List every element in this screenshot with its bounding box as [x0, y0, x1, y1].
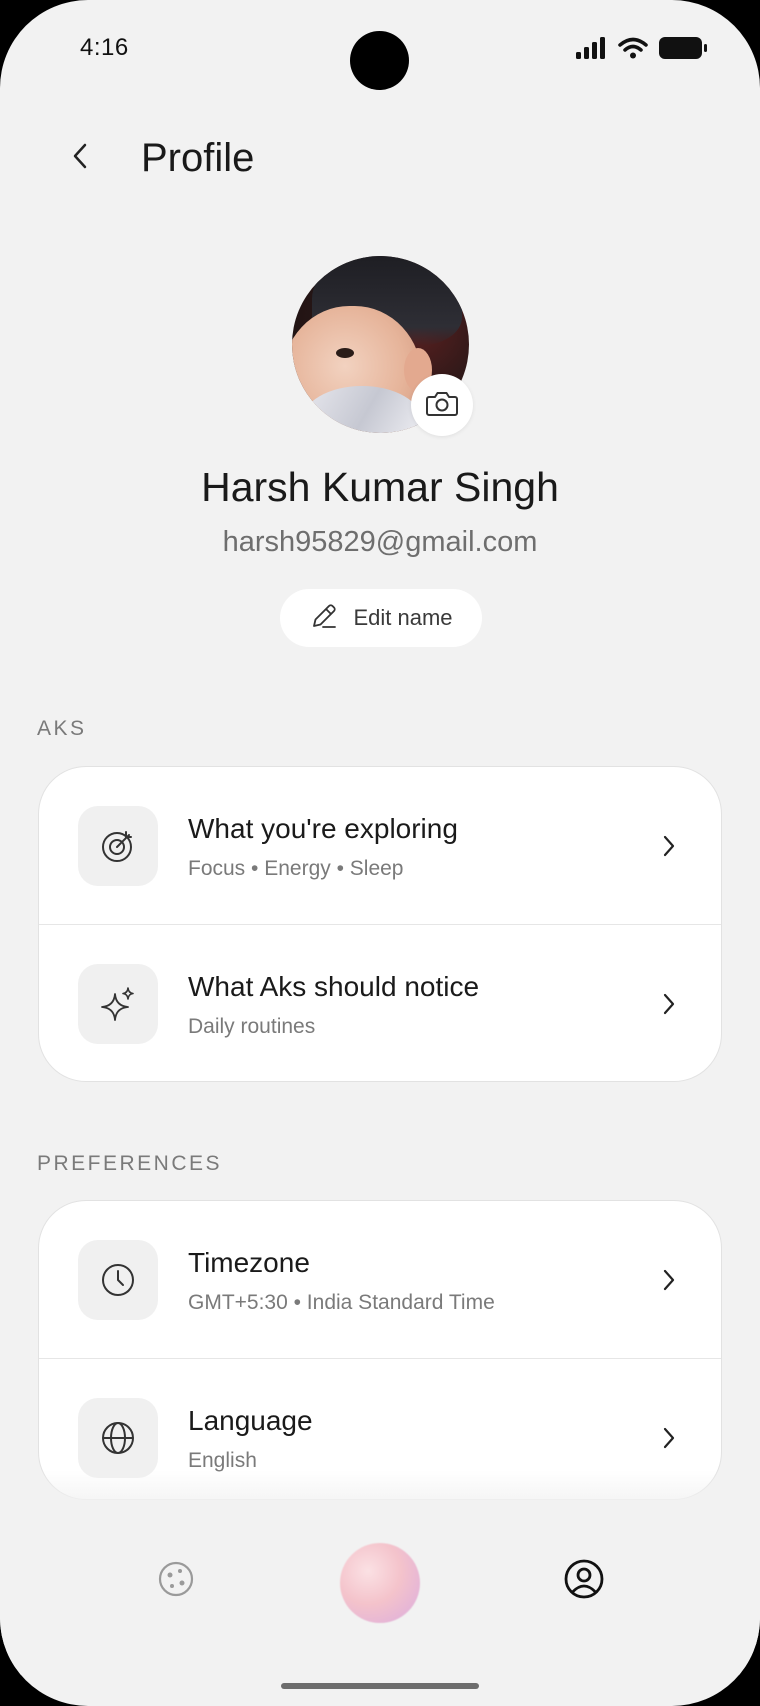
sparkle-icon — [78, 964, 158, 1044]
camera-icon — [426, 389, 458, 422]
aks-orb-button[interactable] — [340, 1543, 420, 1623]
bottom-nav — [0, 1505, 760, 1675]
row-title: What you're exploring — [188, 813, 458, 844]
nav-profile-button[interactable] — [563, 1558, 605, 1605]
edit-name-label: Edit name — [353, 605, 453, 630]
change-photo-button[interactable] — [411, 374, 473, 436]
row-subtitle: Daily routines — [188, 1015, 316, 1038]
phone-screen: 4:16 Profile Harsh Kumar Singh harsh9582… — [0, 0, 760, 1706]
explore-icon — [156, 1559, 196, 1604]
preferences-card: Timezone GMT+5:30 • India Standard Time … — [38, 1200, 722, 1500]
pencil-icon — [309, 601, 339, 636]
home-indicator[interactable] — [281, 1683, 479, 1689]
chevron-right-icon — [659, 1265, 679, 1295]
nav-explore-button[interactable] — [155, 1560, 197, 1602]
status-time: 4:16 — [80, 34, 129, 61]
row-exploring[interactable]: What you're exploring Focus • Energy • S… — [39, 767, 721, 924]
section-label-aks: AKS — [37, 717, 87, 740]
scroll-fade — [0, 1470, 760, 1510]
chevron-right-icon — [659, 989, 679, 1019]
chevron-right-icon — [659, 831, 679, 861]
row-title: What Aks should notice — [188, 971, 480, 1002]
row-subtitle: GMT+5:30 • India Standard Time — [188, 1291, 495, 1314]
target-icon — [78, 806, 158, 886]
profile-icon — [563, 1558, 605, 1605]
row-title: Language — [188, 1405, 313, 1436]
chevron-right-icon — [659, 1423, 679, 1453]
page-title: Profile — [141, 136, 255, 180]
aks-card: What you're exploring Focus • Energy • S… — [38, 766, 722, 1082]
back-button[interactable] — [60, 138, 100, 178]
user-email: harsh95829@gmail.com — [222, 526, 538, 558]
row-timezone[interactable]: Timezone GMT+5:30 • India Standard Time — [39, 1201, 721, 1358]
chevron-left-icon — [71, 142, 89, 175]
wifi-icon — [618, 37, 648, 64]
row-subtitle: Focus • Energy • Sleep — [188, 857, 404, 880]
section-label-preferences: PREFERENCES — [37, 1152, 223, 1175]
user-name: Harsh Kumar Singh — [201, 464, 559, 510]
status-icons — [576, 36, 708, 65]
globe-icon — [78, 1398, 158, 1478]
front-camera — [350, 31, 409, 90]
row-notice[interactable]: What Aks should notice Daily routines — [39, 924, 721, 1081]
signal-icon — [576, 37, 608, 64]
clock-icon — [78, 1240, 158, 1320]
row-title: Timezone — [188, 1247, 310, 1278]
edit-name-button[interactable]: Edit name — [280, 589, 482, 647]
battery-icon — [658, 36, 708, 65]
